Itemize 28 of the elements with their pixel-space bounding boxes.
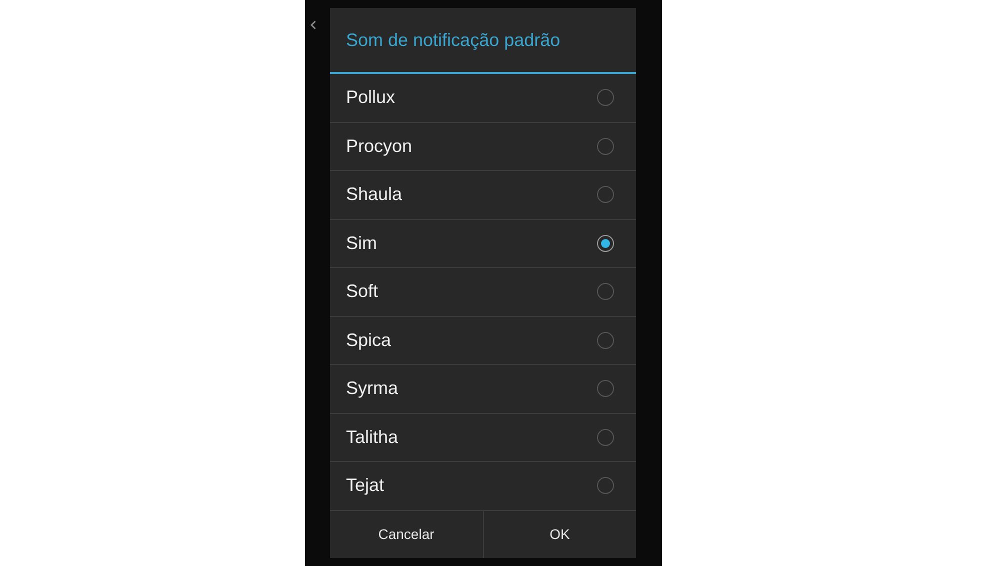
back-icon[interactable] xyxy=(310,20,316,30)
radio-button[interactable] xyxy=(597,138,614,155)
list-item[interactable]: Spica xyxy=(330,316,636,365)
list-item[interactable]: Talitha xyxy=(330,414,636,462)
radio-button[interactable] xyxy=(597,186,614,204)
radio-button[interactable] xyxy=(597,89,614,106)
radio-button[interactable] xyxy=(597,477,614,494)
list-item[interactable]: Soft xyxy=(330,268,636,316)
list-item[interactable]: Shaula xyxy=(330,171,636,220)
option-label: Pollux xyxy=(346,87,396,108)
option-label: Spica xyxy=(346,330,392,351)
option-label: Talitha xyxy=(346,426,398,448)
option-label: Procyon xyxy=(346,136,412,157)
list-item[interactable]: Syrma xyxy=(330,365,636,414)
list-item[interactable]: Pollux xyxy=(330,74,636,122)
option-label: Syrma xyxy=(346,378,398,400)
radio-button[interactable] xyxy=(597,283,614,300)
radio-button[interactable] xyxy=(597,234,614,252)
radio-button[interactable] xyxy=(597,428,614,446)
option-label: Shaula xyxy=(346,184,402,206)
radio-button[interactable] xyxy=(597,332,614,349)
list-item[interactable]: Procyon xyxy=(330,122,636,171)
list-item[interactable]: Sim xyxy=(330,220,636,268)
option-label: Tejat xyxy=(346,475,384,496)
option-label: Soft xyxy=(346,281,378,302)
option-label: Sim xyxy=(346,232,377,254)
radio-button[interactable] xyxy=(597,380,614,398)
dialog-title: Som de notificação padrão xyxy=(345,28,562,52)
